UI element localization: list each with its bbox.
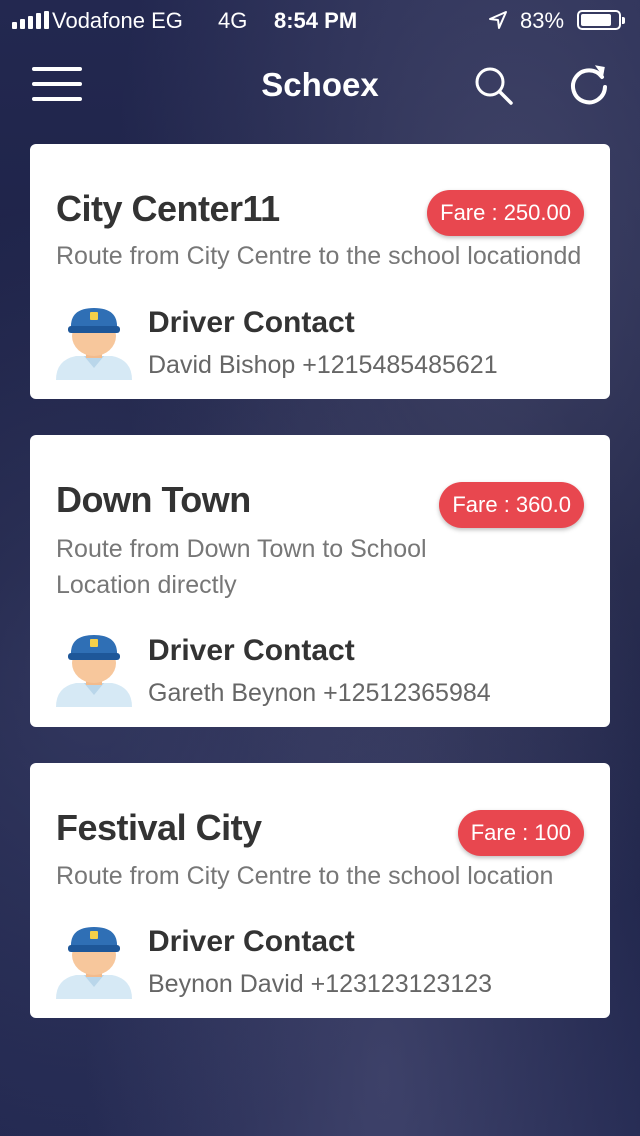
route-name: City Center11	[56, 188, 280, 229]
status-bar: Vodafone EG 4G 8:54 PM 83%	[0, 0, 640, 40]
location-arrow-icon	[489, 11, 507, 29]
network-type: 4G	[218, 8, 248, 33]
page-title: Schoex	[261, 66, 379, 103]
driver-avatar-icon	[56, 927, 132, 999]
app-header: Schoex	[0, 50, 640, 120]
clock: 8:54 PM	[274, 8, 358, 33]
route-card[interactable]: Down Town Fare : 360.0 Route from Down T…	[30, 435, 610, 727]
refresh-icon[interactable]	[566, 60, 612, 106]
fare-badge: Fare : 250.00	[427, 190, 584, 236]
carrier-name: Vodafone EG	[52, 8, 183, 33]
driver-contact-label: Driver Contact	[148, 634, 355, 667]
driver-contact-label: Driver Contact	[148, 306, 355, 339]
driver-info: Beynon David +123123123123	[148, 970, 493, 998]
driver-contact-label: Driver Contact	[148, 925, 355, 958]
route-description: Route from City Centre to the school loc…	[56, 242, 582, 270]
search-icon[interactable]	[472, 64, 516, 108]
route-card[interactable]: City Center11 Fare : 250.00 Route from C…	[30, 144, 610, 399]
driver-info: David Bishop +1215485485621	[148, 351, 498, 379]
signal-strength-icon	[12, 11, 49, 29]
driver-avatar-icon	[56, 635, 132, 707]
battery-icon	[577, 10, 625, 30]
route-card[interactable]: Festival City Fare : 100 Route from City…	[30, 763, 610, 1018]
fare-badge: Fare : 360.0	[439, 482, 584, 528]
route-name: Festival City	[56, 807, 262, 848]
route-name: Down Town	[56, 479, 251, 520]
fare-badge: Fare : 100	[457, 810, 584, 856]
driver-info: Gareth Beynon +12512365984	[148, 679, 491, 707]
route-description: Route from City Centre to the school loc…	[56, 862, 554, 890]
route-description: Route from Down Town to School Location …	[56, 535, 427, 599]
driver-avatar-icon	[56, 308, 132, 380]
battery-percent: 83%	[520, 8, 565, 33]
